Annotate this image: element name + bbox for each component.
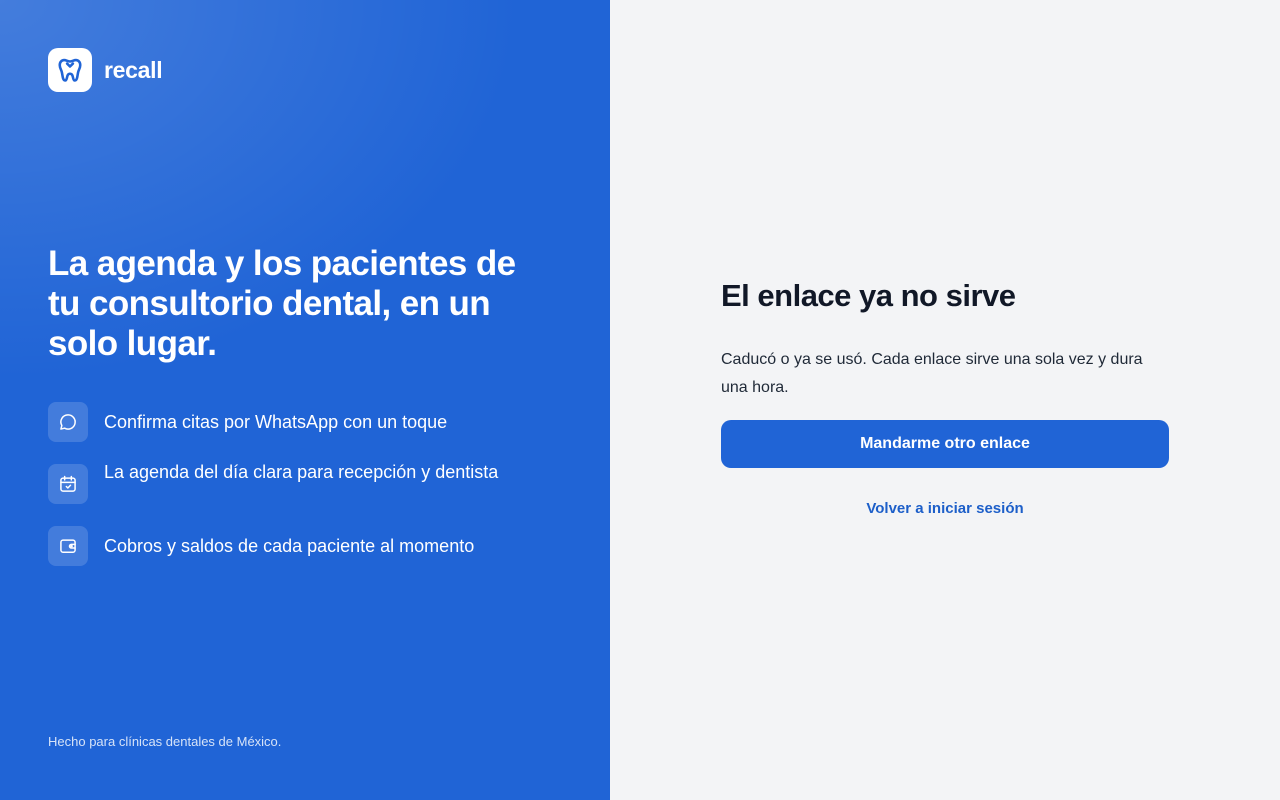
feature-item: La agenda del día clara para recepción y… [48,462,518,504]
brand-name: recall [104,56,163,83]
back-to-login-link[interactable]: Volver a iniciar sesión [866,500,1023,517]
expired-link-card: El enlace ya no sirve Caducó o ya se usó… [721,276,1169,518]
feature-text: La agenda del día clara para recepción y… [104,462,499,482]
feature-text: Cobros y saldos de cada paciente al mome… [104,536,475,556]
calendar-check-icon [48,464,88,504]
brand: recall [48,48,163,92]
back-link-row: Volver a iniciar sesión [721,500,1169,518]
expired-message: Caducó o ya se usó. Cada enlace sirve un… [721,351,1143,396]
feature-item: Confirma citas por WhatsApp con un toque [48,402,518,442]
wallet-icon [48,526,88,566]
page-title: El enlace ya no sirve [721,278,1016,313]
send-new-link-button[interactable]: Mandarme otro enlace [721,420,1169,468]
feature-text: Confirma citas por WhatsApp con un toque [104,412,448,432]
feature-list: Confirma citas por WhatsApp con un toque… [48,402,518,588]
feature-item: Cobros y saldos de cada paciente al mome… [48,526,518,566]
footer-note: Hecho para clínicas dentales de México. [48,734,282,749]
tooth-icon [48,48,92,92]
content-panel: El enlace ya no sirve Caducó o ya se usó… [610,0,1280,800]
hero-headline: La agenda y los pacientes de tu consulto… [48,244,516,363]
chat-bubble-icon [48,402,88,442]
marketing-panel: recall La agenda y los pacientes de tu c… [0,0,610,800]
